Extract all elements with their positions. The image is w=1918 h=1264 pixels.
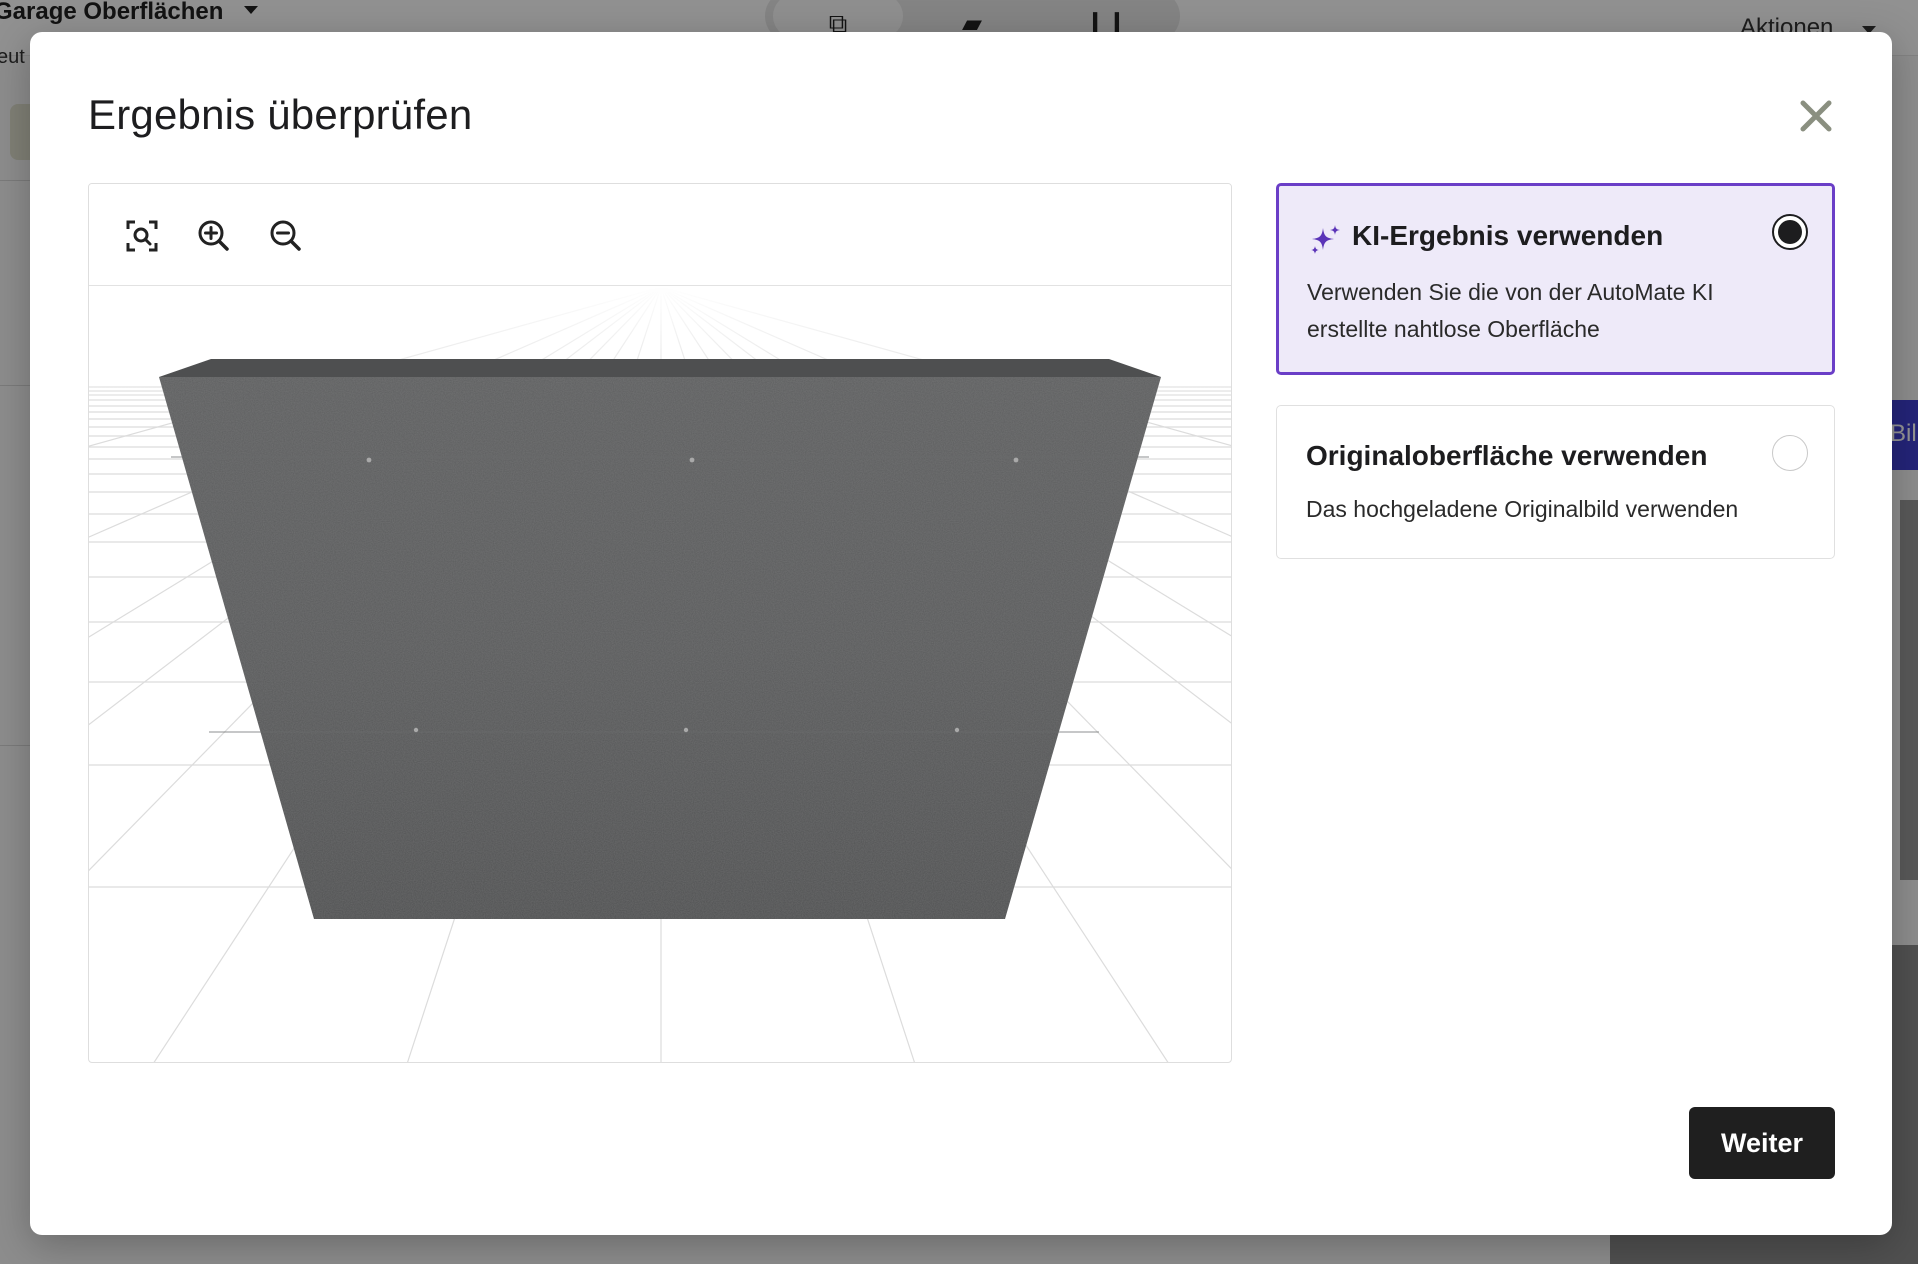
3d-scene[interactable] (89, 286, 1232, 1063)
option-ai-radio[interactable] (1772, 214, 1808, 250)
fit-view-icon (126, 220, 158, 252)
3d-canvas[interactable] (89, 286, 1232, 1063)
option-original-description: Das hochgeladene Originalbild verwenden (1306, 496, 1739, 522)
viewer-toolbar (89, 184, 1231, 286)
review-result-dialog: Ergebnis überprüfen KI-Ergebnis verwende… (30, 32, 1892, 1235)
option-original-radio[interactable] (1772, 435, 1808, 471)
preview-viewer (88, 183, 1232, 1063)
next-button[interactable]: Weiter (1689, 1107, 1835, 1179)
option-ai-description: Verwenden Sie die von der AutoMate KI er… (1307, 279, 1714, 342)
wall-model (159, 359, 1161, 919)
option-original-surface[interactable]: Originaloberfläche verwenden Das hochgel… (1276, 405, 1835, 559)
zoom-in-button[interactable] (194, 216, 234, 256)
zoom-out-button[interactable] (266, 216, 306, 256)
option-ai-title: KI-Ergebnis verwenden (1352, 220, 1664, 251)
sparkle-icon (1311, 225, 1340, 254)
zoom-in-icon (198, 220, 229, 251)
fit-view-button[interactable] (122, 216, 162, 256)
close-button[interactable] (1790, 90, 1842, 142)
zoom-out-icon (270, 220, 301, 251)
radio-selected-dot (1778, 220, 1802, 244)
close-icon (1800, 100, 1832, 132)
option-original-title: Originaloberfläche verwenden (1306, 440, 1708, 471)
dialog-title: Ergebnis überprüfen (88, 91, 473, 138)
option-ai-result[interactable]: KI-Ergebnis verwenden Verwenden Sie die … (1276, 183, 1835, 375)
